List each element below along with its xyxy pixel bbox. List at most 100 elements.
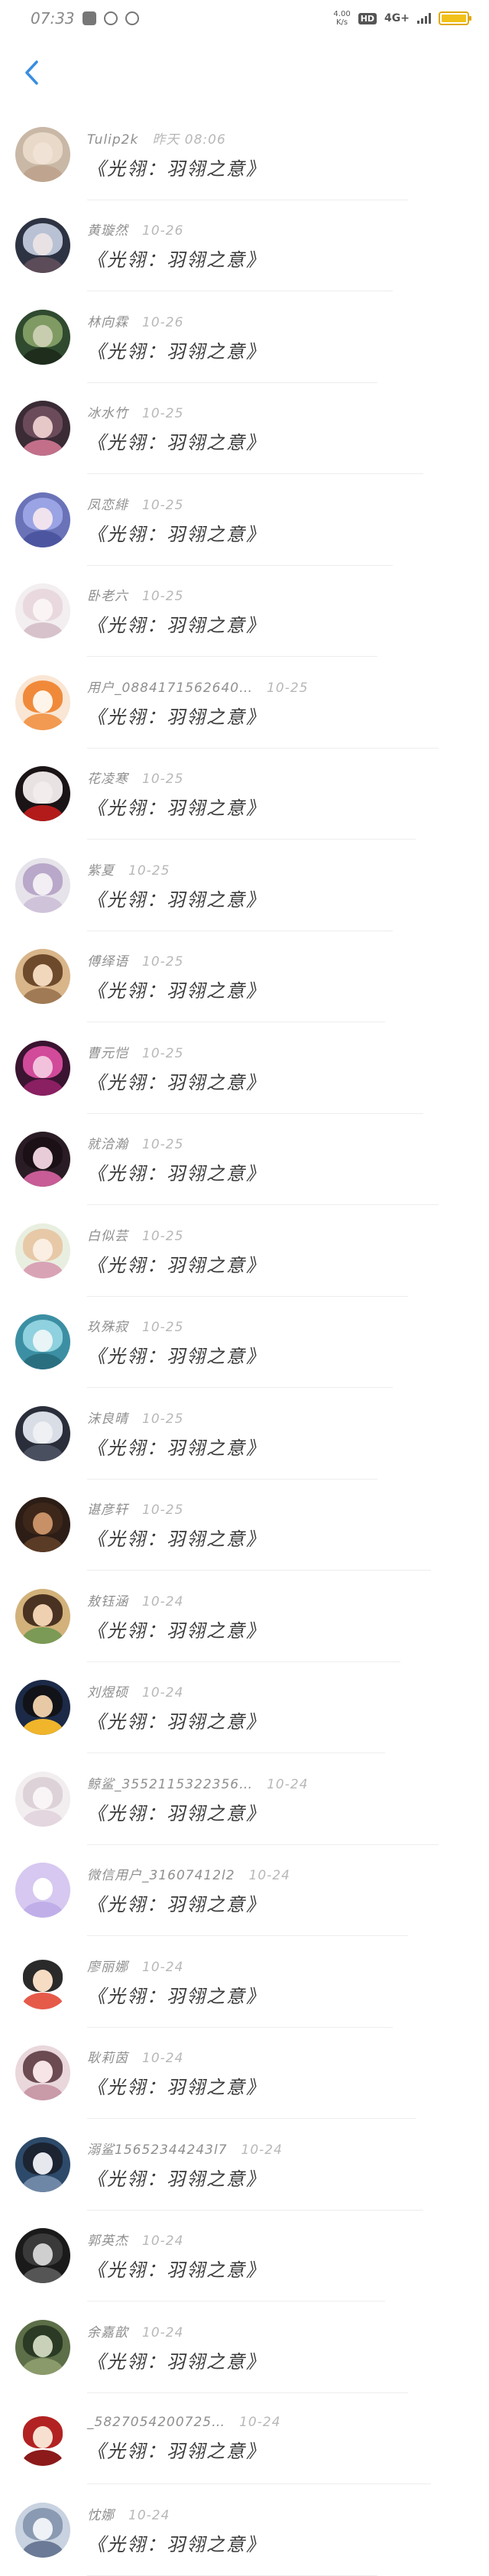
list-item[interactable]: 郭英杰 10-24 《光翎：羽翎之意》 xyxy=(0,2211,489,2302)
avatar-face xyxy=(33,2243,53,2266)
avatar[interactable] xyxy=(15,401,70,456)
back-button[interactable] xyxy=(17,57,47,88)
avatar[interactable] xyxy=(15,2502,70,2558)
list-item[interactable]: 冰水竹 10-25 《光翎：羽翎之意》 xyxy=(0,383,489,475)
avatar[interactable] xyxy=(15,1771,70,1827)
list-item-text: 凤恋緋 10-25 《光翎：羽翎之意》 xyxy=(87,494,266,546)
avatar[interactable] xyxy=(15,2411,70,2467)
message-text: 《光翎：羽翎之意》 xyxy=(87,1254,266,1276)
avatar[interactable] xyxy=(15,309,70,365)
list-item[interactable]: 凤恋緋 10-25 《光翎：羽翎之意》 xyxy=(0,474,489,566)
message-text: 《光翎：羽翎之意》 xyxy=(87,615,266,637)
list-item[interactable]: 谌彦轩 10-25 《光翎：羽翎之意》 xyxy=(0,1480,489,1571)
timestamp: 10-25 xyxy=(267,680,309,696)
battery-icon xyxy=(439,11,471,25)
timestamp: 10-25 xyxy=(142,1137,184,1153)
list-item[interactable]: 白似芸 10-25 《光翎：羽翎之意》 xyxy=(0,1205,489,1297)
list-item[interactable]: 紫夏 10-25 《光翎：羽翎之意》 xyxy=(0,840,489,931)
list-item-header: 玖殊寂 10-25 xyxy=(87,1316,266,1335)
list-item[interactable]: 微信用户_31607412l2 10-24 《光翎：羽翎之意》 xyxy=(0,1845,489,1937)
avatar[interactable] xyxy=(15,1954,70,2009)
avatar-body xyxy=(21,1079,64,1096)
user-name: 凤恋緋 xyxy=(87,497,128,513)
avatar[interactable] xyxy=(15,1223,70,1278)
avatar[interactable] xyxy=(15,492,70,547)
timestamp: 10-26 xyxy=(142,223,184,239)
status-right: 4.00 K/s HD 4G+ xyxy=(333,10,471,27)
avatar[interactable] xyxy=(15,857,70,913)
avatar-body xyxy=(21,1718,64,1736)
list-item[interactable]: 刘煜硕 10-24 《光翎：羽翎之意》 xyxy=(0,1662,489,1754)
avatar-face xyxy=(33,1786,53,1809)
timestamp: 10-24 xyxy=(142,1959,184,1975)
timestamp: 昨天 08:06 xyxy=(152,132,226,148)
list-item[interactable]: 沫良晴 10-25 《光翎：羽翎之意》 xyxy=(0,1388,489,1480)
message-text: 《光翎：羽翎之意》 xyxy=(87,158,266,180)
avatar[interactable] xyxy=(15,126,70,182)
list-item-header: 卧老六 10-25 xyxy=(87,585,266,604)
avatar-face xyxy=(33,1238,53,1261)
avatar[interactable] xyxy=(15,2045,70,2101)
user-name: 余嘉歆 xyxy=(87,2324,128,2340)
avatar[interactable] xyxy=(15,2319,70,2375)
list-item-header: Tulip2k 昨天 08:06 xyxy=(87,128,266,148)
list-item-header: 敖钰涵 10-24 xyxy=(87,1590,266,1610)
list-item-text: 曹元恺 10-25 《光翎：羽翎之意》 xyxy=(87,1042,266,1094)
avatar[interactable] xyxy=(15,674,70,730)
avatar[interactable] xyxy=(15,1680,70,1736)
list-item[interactable]: 余嘉歆 10-24 《光翎：羽翎之意》 xyxy=(0,2302,489,2393)
avatar-body xyxy=(21,1262,64,1278)
user-name: 溺鲨15652344243l7 xyxy=(87,2142,228,2158)
list-item-text: 紫夏 10-25 《光翎：羽翎之意》 xyxy=(87,859,266,911)
avatar-face xyxy=(33,1421,53,1444)
list-item[interactable]: 玖殊寂 10-25 《光翎：羽翎之意》 xyxy=(0,1297,489,1389)
avatar[interactable] xyxy=(15,2136,70,2192)
list-item[interactable]: 忱娜 10-24 《光翎：羽翎之意》 xyxy=(0,2484,489,2576)
message-text: 《光翎：羽翎之意》 xyxy=(87,2440,266,2462)
avatar[interactable] xyxy=(15,1405,70,1461)
list-item[interactable]: 耿莉茵 10-24 《光翎：羽翎之意》 xyxy=(0,2028,489,2120)
avatar[interactable] xyxy=(15,949,70,1005)
list-item-text: 谌彦轩 10-25 《光翎：羽翎之意》 xyxy=(87,1499,266,1551)
user-name: 白似芸 xyxy=(87,1228,128,1244)
user-name: 玖殊寂 xyxy=(87,1320,128,1336)
message-text: 《光翎：羽翎之意》 xyxy=(87,340,266,362)
message-text: 《光翎：羽翎之意》 xyxy=(87,432,266,454)
avatar[interactable] xyxy=(15,583,70,639)
list-item-header: 凤恋緋 10-25 xyxy=(87,494,266,513)
avatar[interactable] xyxy=(15,2228,70,2284)
list-item[interactable]: _5827054200725… 10-24 《光翎：羽翎之意》 xyxy=(0,2393,489,2485)
avatar[interactable] xyxy=(15,1040,70,1096)
avatar[interactable] xyxy=(15,766,70,822)
list-item[interactable]: 溺鲨15652344243l7 10-24 《光翎：羽翎之意》 xyxy=(0,2119,489,2211)
list-item-header: _5827054200725… 10-24 xyxy=(87,2415,281,2430)
list-item[interactable]: 鲸鲨_3552115322356… 10-24 《光翎：羽翎之意》 xyxy=(0,1753,489,1845)
list-item[interactable]: 黄璇然 10-26 《光翎：羽翎之意》 xyxy=(0,200,489,292)
avatar-body xyxy=(21,1353,64,1370)
list-item[interactable]: 傅绎语 10-25 《光翎：羽翎之意》 xyxy=(0,931,489,1023)
timestamp: 10-25 xyxy=(142,589,184,605)
list-item-header: 谌彦轩 10-25 xyxy=(87,1499,266,1518)
avatar[interactable] xyxy=(15,1314,70,1370)
list-item[interactable]: 花凌寒 10-25 《光翎：羽翎之意》 xyxy=(0,749,489,840)
user-name: 花凌寒 xyxy=(87,772,128,788)
list-item[interactable]: 卧老六 10-25 《光翎：羽翎之意》 xyxy=(0,566,489,658)
avatar-face xyxy=(33,1330,53,1353)
list-item[interactable]: 廖丽娜 10-24 《光翎：羽翎之意》 xyxy=(0,1936,489,2028)
avatar[interactable] xyxy=(15,1588,70,1644)
app-notification-icon xyxy=(82,11,96,25)
avatar-face xyxy=(33,2152,53,2175)
avatar[interactable] xyxy=(15,1497,70,1553)
avatar[interactable] xyxy=(15,1132,70,1187)
list-item[interactable]: 敖钰涵 10-24 《光翎：羽翎之意》 xyxy=(0,1571,489,1662)
avatar-face xyxy=(33,1512,53,1535)
user-name: 卧老六 xyxy=(87,589,128,605)
list-item[interactable]: 曹元恺 10-25 《光翎：羽翎之意》 xyxy=(0,1022,489,1114)
avatar[interactable] xyxy=(15,1863,70,1918)
message-text: 《光翎：羽翎之意》 xyxy=(87,1802,266,1824)
list-item[interactable]: 用户_0884171562640… 10-25 《光翎：羽翎之意》 xyxy=(0,657,489,749)
list-item[interactable]: 就洽瀚 10-25 《光翎：羽翎之意》 xyxy=(0,1114,489,1206)
list-item[interactable]: Tulip2k 昨天 08:06 《光翎：羽翎之意》 xyxy=(0,109,489,200)
avatar[interactable] xyxy=(15,218,70,274)
list-item[interactable]: 林向霖 10-26 《光翎：羽翎之意》 xyxy=(0,291,489,383)
